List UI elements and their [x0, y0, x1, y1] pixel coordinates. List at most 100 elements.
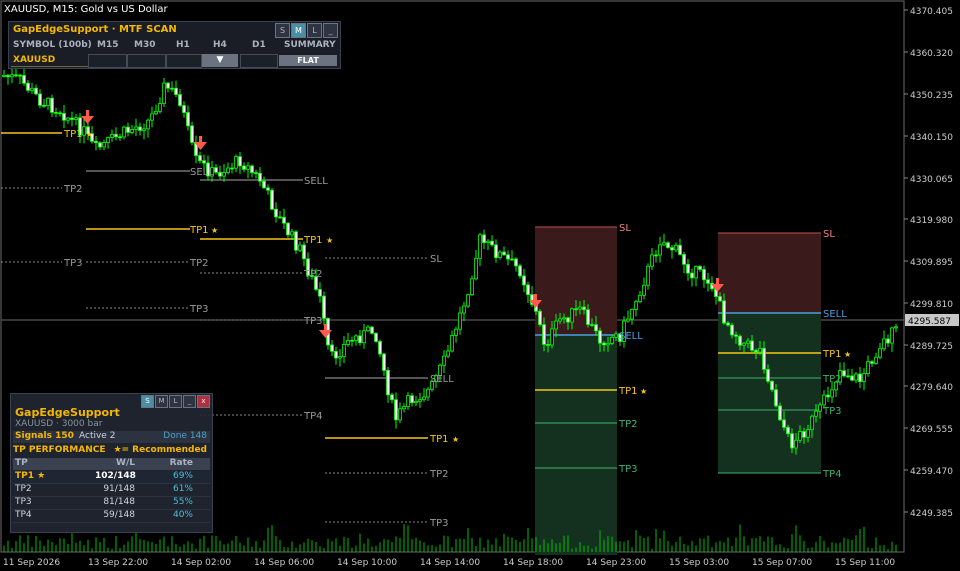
candle-body — [42, 104, 46, 107]
candle-body — [110, 133, 114, 138]
table-row: TP4 59/148 40% — [13, 510, 210, 523]
candle-body — [26, 82, 30, 91]
size-medium-button[interactable]: M — [155, 395, 168, 408]
candle-body — [390, 394, 394, 401]
candle-body — [162, 82, 166, 104]
candle-body — [806, 429, 810, 438]
size-small-button[interactable]: S — [141, 395, 154, 408]
tp1-label: TP1 — [429, 434, 449, 445]
d1-cell — [240, 54, 278, 68]
candle-body — [646, 265, 650, 286]
candle-body — [54, 111, 58, 114]
size-medium-button[interactable]: M — [291, 23, 306, 38]
col-h1: H1 — [176, 40, 190, 50]
candle-body — [746, 340, 750, 344]
size-small-button[interactable]: S — [275, 23, 290, 38]
tp-performance-header: TP PERFORMANCE ★= Recommended — [13, 445, 210, 457]
candle-body — [630, 309, 634, 320]
candle-body — [382, 353, 386, 371]
candle-body — [98, 142, 102, 148]
candle-body — [30, 87, 34, 91]
candle-body — [386, 370, 390, 396]
candle-body — [786, 426, 790, 435]
signals-count: Signals 150 — [15, 431, 74, 441]
col-summary: SUMMARY — [284, 40, 336, 50]
performance-panel[interactable]: S M L _ x GapEdgeSupport XAUUSD · 3000 b… — [10, 393, 213, 533]
sl-label: SL — [823, 229, 835, 240]
candle-body — [698, 266, 702, 270]
mtf-symbol-row[interactable]: XAUUSD ▼ FLAT — [9, 54, 340, 68]
candle-body — [558, 318, 562, 322]
candle-body — [766, 369, 770, 382]
candle-body — [218, 171, 222, 177]
col-symbol: SYMBOL (100b) — [13, 40, 92, 50]
candle-body — [338, 356, 342, 359]
candle-body — [518, 265, 522, 277]
table-row: TP1 ★ 102/148 69% — [13, 471, 210, 484]
price-tick: 4319.980 — [904, 216, 953, 226]
candle-body — [542, 324, 546, 345]
star-icon: ★ — [211, 226, 218, 235]
candle-body — [626, 318, 630, 322]
tp4-label: TP4 — [303, 411, 323, 422]
window-title: XAUUSD, M15: Gold vs US Dollar — [4, 4, 168, 15]
chart-window[interactable]: TP1 ★ TP2 TP3 SELL TP1 ★ TP2 TP3 SELL TP… — [0, 0, 960, 571]
candle-body — [574, 308, 578, 311]
candle-body — [550, 328, 554, 346]
candle-body — [638, 294, 642, 303]
candle-body — [470, 278, 474, 296]
candle-body — [666, 242, 670, 248]
size-large-button[interactable]: L — [307, 23, 322, 38]
candle-body — [334, 351, 338, 359]
candle-body — [526, 284, 530, 295]
candle-body — [406, 395, 410, 407]
m30-cell — [127, 54, 166, 68]
candle-body — [750, 340, 754, 351]
svg-text:4279.640: 4279.640 — [910, 383, 953, 393]
candle-body — [6, 75, 10, 78]
mtf-scan-panel[interactable]: GapEdgeSupport · MTF SCAN S M L _ SYMBOL… — [8, 21, 341, 69]
candle-body — [462, 305, 466, 314]
candle-body — [822, 394, 826, 406]
candle-body — [202, 160, 206, 164]
price-tick: 4309.895 — [904, 258, 953, 268]
minimize-button[interactable]: _ — [183, 395, 196, 408]
candle-body — [358, 335, 362, 344]
candle-body — [146, 119, 150, 130]
mtf-symbol: XAUUSD — [11, 54, 89, 67]
candle-body — [322, 295, 326, 319]
candle-body — [562, 317, 566, 320]
tp3-label: TP3 — [63, 258, 83, 269]
size-large-button[interactable]: L — [169, 395, 182, 408]
candle-body — [454, 328, 458, 336]
tp-table-header: TP W/L Rate — [13, 458, 210, 470]
svg-text:4360.320: 4360.320 — [910, 49, 953, 59]
close-icon[interactable]: x — [197, 395, 210, 408]
price-tick: 4299.810 — [904, 300, 953, 310]
candle-body — [538, 310, 542, 325]
candle-body — [398, 408, 402, 421]
candle-body — [66, 117, 70, 121]
candle-body — [374, 332, 378, 342]
candle-body — [762, 347, 766, 370]
mtf-header-row: SYMBOL (100b) M15 M30 H1 H4 D1 SUMMARY — [9, 40, 340, 53]
table-row: TP2 91/148 61% — [13, 484, 210, 497]
minimize-button[interactable]: _ — [323, 23, 338, 38]
candle-body — [58, 112, 62, 115]
candle-body — [774, 389, 778, 407]
candle-body — [722, 300, 726, 324]
sl-label: SL — [619, 223, 631, 234]
candle-body — [554, 320, 558, 330]
candle-body — [190, 125, 194, 143]
tp2-label: TP2 — [618, 419, 638, 430]
tp1-label: TP1 — [303, 235, 323, 246]
candle-body — [546, 344, 550, 346]
time-label: 14 Sep 02:00 — [171, 558, 231, 568]
col-rate: Rate — [169, 458, 193, 468]
candle-body — [494, 244, 498, 259]
candle-body — [882, 338, 886, 350]
tp3-label: TP3 — [822, 406, 842, 417]
candle-body — [70, 117, 74, 120]
indicator-name: GapEdgeSupport — [15, 406, 120, 419]
candle-body — [154, 110, 158, 115]
